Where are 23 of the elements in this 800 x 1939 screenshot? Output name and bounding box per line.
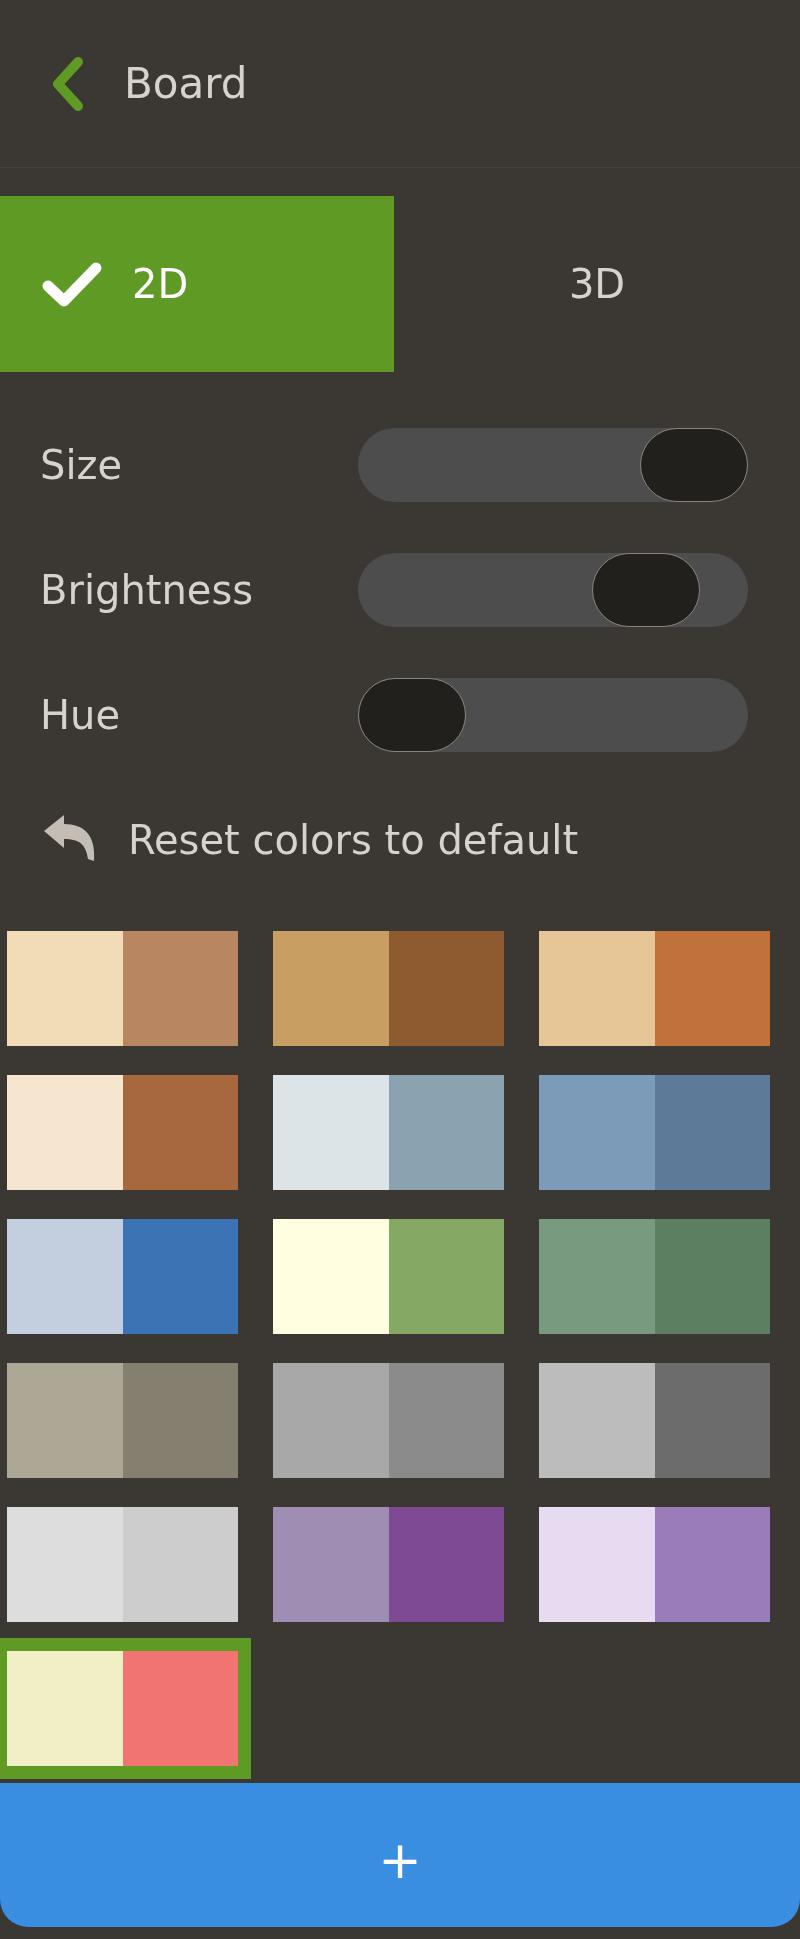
board-swatch[interactable] [539, 1075, 770, 1190]
board-swatch[interactable] [7, 1363, 238, 1478]
slider-label: Size [40, 441, 124, 488]
board-swatch[interactable] [539, 1363, 770, 1478]
board-swatch[interactable] [273, 931, 504, 1046]
board-swatch[interactable] [539, 1219, 770, 1334]
board-swatch[interactable] [7, 931, 238, 1046]
board-swatch[interactable] [273, 1219, 504, 1334]
board-swatch[interactable] [539, 931, 770, 1046]
board-swatch[interactable] [539, 1507, 770, 1622]
slider-label: Brightness [40, 566, 255, 613]
board-swatch[interactable] [0, 1638, 251, 1779]
board-swatch[interactable] [273, 1363, 504, 1478]
reset-link[interactable]: Reset colors to default [128, 816, 579, 863]
board-swatch[interactable] [273, 1507, 504, 1622]
board-swatch[interactable] [7, 1219, 238, 1334]
check-icon [42, 260, 102, 308]
slider-label: Hue [40, 691, 122, 738]
board-swatch[interactable] [7, 1507, 238, 1622]
board-swatch[interactable] [273, 1075, 504, 1190]
board-swatch[interactable] [7, 1075, 238, 1190]
view-tab[interactable]: 3D [394, 196, 800, 372]
panel-title: Board [124, 59, 248, 108]
